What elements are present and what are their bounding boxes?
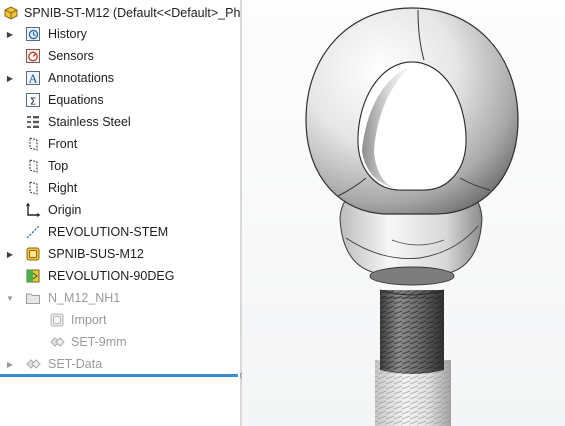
folder-icon: [24, 289, 42, 307]
tree-item-label: SET-Data: [48, 357, 103, 371]
feature-manager-tree: SPNIB-ST-M12 (Default<<Default>_Pho ▶ Hi…: [0, 0, 240, 426]
sketch-icon: [24, 223, 42, 241]
tree-item-label: Annotations: [48, 71, 115, 85]
svg-text:Σ: Σ: [30, 97, 36, 108]
tree-item-set-data[interactable]: ▶ SET-Data: [0, 353, 240, 375]
tree-root[interactable]: SPNIB-ST-M12 (Default<<Default>_Pho: [0, 2, 240, 24]
tree-item-label: REVOLUTION-STEM: [48, 225, 169, 239]
sensors-icon: [24, 47, 42, 65]
plane-icon: [24, 135, 42, 153]
eye-bolt-model[interactable]: [242, 0, 565, 426]
tree-item-label: SET-9mm: [71, 335, 127, 349]
material-icon: [24, 113, 42, 131]
tree-item-revolution-90deg[interactable]: REVOLUTION-90DEG: [0, 265, 240, 287]
equations-icon: Σ: [24, 91, 42, 109]
expand-arrow-icon[interactable]: ▶: [5, 249, 15, 259]
tree-item-right-plane[interactable]: Right: [0, 177, 240, 199]
tree-item-label: Top: [48, 159, 69, 173]
import-icon: [48, 311, 66, 329]
tree-item-label: REVOLUTION-90DEG: [48, 269, 175, 283]
tree-item-top-plane[interactable]: Top: [0, 155, 240, 177]
tree-item-set-9mm[interactable]: SET-9mm: [0, 331, 240, 353]
tree-item-origin[interactable]: Origin: [0, 199, 240, 221]
tree-item-folder[interactable]: ▼ N_M12_NH1: [0, 287, 240, 309]
expand-arrow-icon[interactable]: ▼: [5, 293, 15, 303]
tree-item-sensors[interactable]: Sensors: [0, 45, 240, 67]
graphics-viewport[interactable]: [242, 0, 565, 426]
tree-root-label: SPNIB-ST-M12 (Default<<Default>_Pho: [24, 6, 240, 20]
tree-item-label: Stainless Steel: [48, 115, 131, 129]
tree-item-annotations[interactable]: ▶ A Annotations: [0, 67, 240, 89]
history-icon: [24, 25, 42, 43]
tree-item-label: N_M12_NH1: [48, 291, 121, 305]
tree-item-label: Sensors: [48, 49, 94, 63]
tree-item-material[interactable]: Stainless Steel: [0, 111, 240, 133]
base-part-icon: [24, 245, 42, 263]
annotations-icon: A: [24, 69, 42, 87]
tree-item-revolution-stem[interactable]: REVOLUTION-STEM: [0, 221, 240, 243]
tree-item-label: Origin: [48, 203, 82, 217]
tree-item-label: Import: [71, 313, 107, 327]
origin-icon: [24, 201, 42, 219]
svg-text:A: A: [28, 73, 38, 86]
tree-item-label: History: [48, 27, 87, 41]
set-icon: [48, 333, 66, 351]
tree-item-label: SPNIB-SUS-M12: [48, 247, 144, 261]
set-icon: [24, 355, 42, 373]
tree-item-label: Right: [48, 181, 78, 195]
tree-item-front-plane[interactable]: Front: [0, 133, 240, 155]
plane-icon: [24, 179, 42, 197]
revolve-icon: [24, 267, 42, 285]
tree-item-label: Front: [48, 137, 78, 151]
plane-icon: [24, 157, 42, 175]
tree-item-equations[interactable]: Σ Equations: [0, 89, 240, 111]
tree-item-label: Equations: [48, 93, 104, 107]
part-icon: [2, 4, 20, 22]
rollback-bar[interactable]: [0, 374, 238, 377]
tree-item-history[interactable]: ▶ History: [0, 23, 240, 45]
expand-arrow-icon[interactable]: ▶: [5, 29, 15, 39]
expand-arrow-icon[interactable]: ▶: [5, 359, 15, 369]
tree-item-base-part[interactable]: ▶ SPNIB-SUS-M12: [0, 243, 240, 265]
tree-item-import[interactable]: Import: [0, 309, 240, 331]
expand-arrow-icon[interactable]: ▶: [5, 73, 15, 83]
